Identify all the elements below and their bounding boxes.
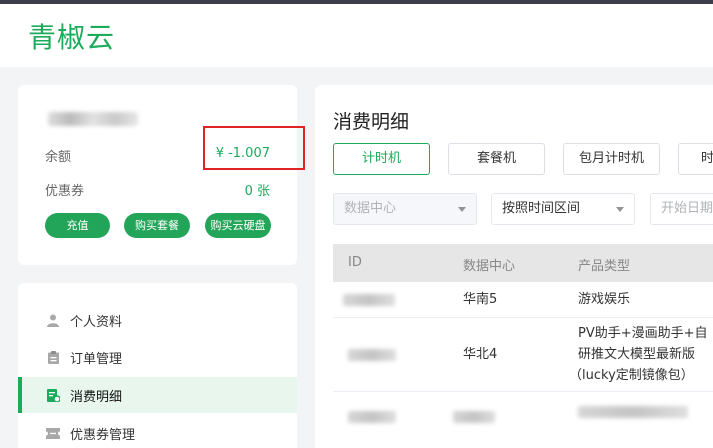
sidebar-item-orders[interactable]: 订单管理 [18, 339, 297, 375]
cell-product-line-1: PV助手+漫画助手+自 [578, 326, 708, 341]
redacted-product-type [578, 406, 688, 418]
tab-hourly-machine[interactable]: 计时机 [333, 143, 430, 175]
username-redacted [48, 112, 138, 126]
column-header-datacenter: 数据中心 [463, 259, 516, 274]
sidebar-item-coupons[interactable]: 优惠券管理 [18, 415, 297, 448]
redacted-id [343, 294, 395, 306]
redacted-id [348, 349, 396, 361]
header: 青椒云 [0, 4, 713, 67]
account-card: 余额 ¥ -1.007 优惠券 0 张 充值 购买套餐 购买云硬盘 [18, 85, 305, 265]
cell-datacenter: 华北4 [463, 347, 498, 362]
cell-product-line-2: 研推文大模型最新版 [578, 347, 696, 362]
table-row[interactable]: 华北4 PV助手+漫画助手+自 研推文大模型最新版 （lucky定制镜像包） [333, 318, 713, 392]
coupon-label: 优惠券 [45, 184, 85, 199]
table-row[interactable]: 华南5 游戏娱乐 [333, 282, 713, 318]
sidebar-item-label: 消费明细 [70, 389, 123, 405]
coupon-count: 0 张 [244, 184, 270, 199]
sidebar-item-label: 个人资料 [70, 314, 123, 330]
chevron-down-icon [616, 207, 624, 212]
clipboard-icon [46, 350, 60, 364]
page-title: 消费明细 [333, 111, 410, 133]
recharge-button[interactable]: 充值 [45, 213, 110, 238]
balance-highlight-box [203, 126, 305, 170]
buy-cloud-disk-button[interactable]: 购买云硬盘 [205, 213, 271, 238]
sidebar-nav: 个人资料 订单管理 消费明细 优惠券管理 [18, 283, 297, 448]
datacenter-placeholder: 数据中心 [344, 201, 397, 216]
table-header: ID 数据中心 产品类型 [333, 244, 713, 282]
start-date-placeholder: 开始日期 [661, 201, 713, 216]
sidebar-item-label: 订单管理 [70, 351, 123, 367]
tab-package-machine[interactable]: 套餐机 [448, 143, 545, 175]
datacenter-select[interactable]: 数据中心 [333, 193, 477, 225]
cell-datacenter: 华南5 [463, 292, 498, 307]
start-date-input[interactable]: 开始日期 [650, 193, 713, 225]
column-header-id: ID [348, 255, 362, 270]
user-icon [46, 313, 60, 327]
cell-product-type: 游戏娱乐 [578, 292, 631, 307]
redacted-id [348, 411, 396, 423]
table-row[interactable] [333, 392, 713, 448]
receipt-icon [46, 388, 60, 402]
brand-logo[interactable]: 青椒云 [28, 16, 115, 56]
balance-label: 余额 [45, 150, 72, 165]
time-range-value: 按照时间区间 [502, 201, 581, 216]
consumption-panel: 消费明细 计时机 套餐机 包月计时机 时 数据中心 按照时间区间 开始日期 ID… [315, 85, 713, 448]
chevron-down-icon [458, 207, 466, 212]
sidebar-item-consumption[interactable]: 消费明细 [18, 377, 297, 413]
redacted-datacenter [453, 411, 495, 423]
cell-product-line-3: （lucky定制镜像包） [569, 368, 694, 383]
sidebar-item-label: 优惠券管理 [70, 427, 136, 443]
tab-monthly-hourly-machine[interactable]: 包月计时机 [563, 143, 660, 175]
time-range-select[interactable]: 按照时间区间 [491, 193, 635, 225]
tab-more[interactable]: 时 [678, 143, 713, 175]
sidebar-item-profile[interactable]: 个人资料 [18, 302, 297, 338]
column-header-product-type: 产品类型 [578, 259, 631, 274]
ticket-icon [46, 426, 60, 440]
buy-package-button[interactable]: 购买套餐 [124, 213, 190, 238]
username [48, 111, 143, 129]
